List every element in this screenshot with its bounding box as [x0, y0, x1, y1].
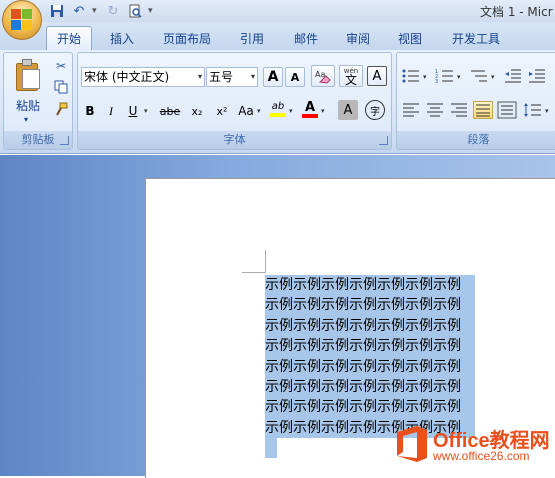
- paste-button[interactable]: 粘贴: [16, 97, 40, 114]
- bullets-icon[interactable]: [401, 67, 421, 85]
- align-left-icon[interactable]: [401, 101, 421, 119]
- strikethrough-button[interactable]: abe: [158, 101, 182, 121]
- customize-qat-icon[interactable]: ▾: [148, 3, 156, 19]
- font-color-bar: [302, 113, 318, 118]
- document-line[interactable]: 示例示例示例示例示例示例示例: [265, 336, 475, 357]
- highlight-label: ab: [271, 101, 285, 112]
- tab-review[interactable]: 审阅: [338, 26, 378, 50]
- font-size-combo[interactable]: 五号 ▾: [206, 67, 258, 87]
- office-button[interactable]: [2, 0, 42, 40]
- cut-icon[interactable]: ✂: [52, 59, 70, 75]
- tab-page-layout[interactable]: 页面布局: [155, 26, 219, 50]
- bold-button[interactable]: B: [81, 101, 99, 121]
- save-icon[interactable]: [48, 3, 66, 19]
- document-line[interactable]: 示例示例示例示例示例示例示例: [265, 356, 475, 377]
- multilevel-dropdown-icon[interactable]: ▾: [491, 73, 495, 81]
- svg-text:3: 3: [435, 79, 438, 85]
- italic-button[interactable]: I: [102, 101, 120, 121]
- font-color-label: A: [304, 99, 316, 115]
- align-center-icon[interactable]: [425, 101, 445, 119]
- document-line[interactable]: 示例示例示例示例示例示例示例: [265, 397, 475, 418]
- document-line[interactable]: 示例示例示例示例示例示例示例: [265, 376, 475, 398]
- title-bar: ↶ ▾ ↻ ▾ 文档 1 - Micr: [0, 0, 555, 40]
- margin-corner-mark: [265, 250, 266, 273]
- numbering-icon[interactable]: 123: [435, 67, 455, 85]
- pinyin-char: 文: [344, 73, 357, 87]
- tab-insert[interactable]: 插入: [100, 26, 144, 50]
- character-border-button[interactable]: A: [367, 66, 387, 86]
- multilevel-list-icon[interactable]: [469, 67, 489, 85]
- justify-icon[interactable]: [473, 101, 493, 119]
- phonetic-guide-button[interactable]: wén 文: [339, 65, 363, 87]
- paste-dropdown-icon[interactable]: ▾: [24, 115, 28, 124]
- font-dialog-launcher-icon[interactable]: [379, 136, 388, 145]
- numbering-dropdown-icon[interactable]: ▾: [457, 73, 461, 81]
- clipboard-group: 粘贴 ▾ ✂ 剪贴板: [3, 52, 73, 150]
- grow-font-button[interactable]: A: [263, 67, 283, 87]
- change-case-dropdown-icon[interactable]: ▾: [257, 107, 261, 115]
- paragraph-group: ▾ 123 ▾ ▾ ▾ 段落: [396, 52, 555, 150]
- character-shading-button[interactable]: A: [338, 100, 358, 120]
- ribbon: 粘贴 ▾ ✂ 剪贴板 宋体 (中文正文) ▾ 五号 ▾ A A Aa wén 文…: [0, 50, 555, 154]
- font-size-value: 五号: [209, 70, 234, 84]
- tab-references[interactable]: 引用: [232, 26, 272, 50]
- font-group-label: 字体: [78, 131, 391, 149]
- copy-icon[interactable]: [52, 80, 70, 96]
- chevron-down-icon[interactable]: ▾: [198, 68, 202, 86]
- quick-access-toolbar: ↶ ▾ ↻ ▾: [48, 2, 156, 20]
- font-name-combo[interactable]: 宋体 (中文正文) ▾: [81, 67, 205, 87]
- highlight-dropdown-icon[interactable]: ▾: [289, 107, 293, 115]
- undo-dropdown-icon[interactable]: ▾: [92, 3, 100, 19]
- clear-formatting-icon[interactable]: Aa: [311, 65, 335, 87]
- document-line[interactable]: 示例示例示例示例示例示例示例: [265, 275, 475, 296]
- distributed-icon[interactable]: [497, 101, 517, 119]
- highlight-color-bar: [270, 113, 286, 117]
- change-case-button[interactable]: Aa: [236, 101, 256, 121]
- tab-mailings[interactable]: 邮件: [286, 26, 326, 50]
- enclose-characters-button[interactable]: 字: [365, 100, 385, 120]
- increase-indent-icon[interactable]: [527, 67, 547, 85]
- format-painter-icon[interactable]: [52, 102, 70, 118]
- paragraph-group-label: 段落: [397, 131, 555, 149]
- subscript-button[interactable]: x₂: [186, 101, 208, 121]
- document-line[interactable]: 示例示例示例示例示例示例示例: [265, 315, 475, 337]
- font-color-dropdown-icon[interactable]: ▾: [321, 107, 325, 115]
- line-spacing-icon[interactable]: [523, 101, 543, 119]
- redo-icon[interactable]: ↻: [104, 3, 122, 19]
- ribbon-tabs: 开始 插入 页面布局 引用 邮件 审阅 视图 开发工具: [0, 22, 555, 50]
- selection-tail: [265, 438, 277, 459]
- align-right-icon[interactable]: [449, 101, 469, 119]
- decrease-indent-icon[interactable]: [503, 67, 523, 85]
- text-highlight-button[interactable]: ab: [268, 99, 288, 119]
- office-watermark-icon: [397, 426, 427, 462]
- font-color-button[interactable]: A: [300, 99, 320, 119]
- underline-dropdown-icon[interactable]: ▾: [144, 107, 148, 115]
- superscript-button[interactable]: x²: [211, 101, 233, 121]
- watermark-url: www.office26.com: [433, 449, 530, 463]
- watermark-logo: Office教程网 www.office26.com: [395, 418, 555, 476]
- line-spacing-dropdown-icon[interactable]: ▾: [545, 107, 549, 115]
- print-preview-icon[interactable]: [126, 3, 144, 19]
- tab-developer[interactable]: 开发工具: [444, 26, 508, 50]
- document-line[interactable]: 示例示例示例示例示例示例示例: [265, 295, 475, 316]
- font-group: 宋体 (中文正文) ▾ 五号 ▾ A A Aa wén 文 A B I U ▾ …: [77, 52, 392, 150]
- underline-button[interactable]: U: [124, 101, 142, 121]
- paste-icon[interactable]: [14, 59, 42, 91]
- tab-view[interactable]: 视图: [390, 26, 430, 50]
- chevron-down-icon[interactable]: ▾: [251, 68, 255, 86]
- undo-icon[interactable]: ↶: [70, 3, 88, 19]
- clipboard-dialog-launcher-icon[interactable]: [60, 136, 69, 145]
- bullets-dropdown-icon[interactable]: ▾: [423, 73, 427, 81]
- window-title: 文档 1 - Micr: [480, 5, 553, 19]
- shrink-font-button[interactable]: A: [285, 67, 305, 87]
- tab-home[interactable]: 开始: [46, 26, 92, 50]
- font-name-value: 宋体 (中文正文): [84, 70, 170, 84]
- office-logo-icon: [11, 9, 33, 31]
- margin-corner-mark: [242, 272, 266, 273]
